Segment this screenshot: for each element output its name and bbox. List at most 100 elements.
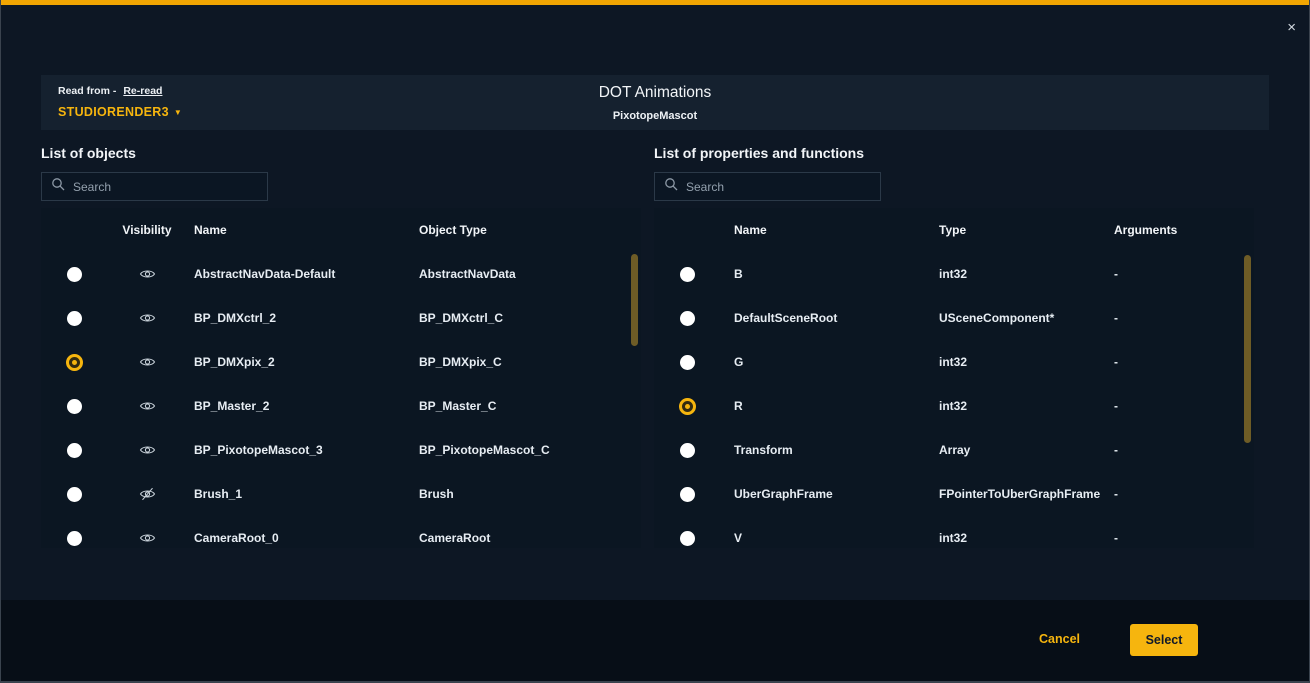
object-row[interactable]: CameraRoot_0CameraRoot [41, 516, 641, 548]
objects-table-header: Visibility Name Object Type [41, 208, 641, 252]
object-type: AbstractNavData [412, 267, 641, 281]
column-header-visibility: Visibility [122, 223, 171, 237]
column-header-name: Name [720, 223, 925, 237]
row-radio[interactable] [67, 267, 82, 282]
property-name: DefaultSceneRoot [720, 311, 925, 325]
eye-icon[interactable] [139, 443, 156, 457]
property-row[interactable]: Bint32- [654, 252, 1254, 296]
property-arguments: - [1100, 531, 1254, 545]
object-type: BP_DMXctrl_C [412, 311, 641, 325]
row-radio[interactable] [67, 531, 82, 546]
eye-icon[interactable] [139, 355, 156, 369]
row-radio[interactable] [67, 311, 82, 326]
top-accent-bar [1, 0, 1309, 5]
object-row[interactable]: BP_PixotopeMascot_3BP_PixotopeMascot_C [41, 428, 641, 472]
object-name: BP_PixotopeMascot_3 [187, 443, 412, 457]
object-type: Brush [412, 487, 641, 501]
close-icon[interactable]: × [1287, 20, 1296, 35]
object-row[interactable]: BP_DMXctrl_2BP_DMXctrl_C [41, 296, 641, 340]
row-radio[interactable] [66, 354, 83, 371]
row-radio[interactable] [680, 311, 695, 326]
property-arguments: - [1100, 267, 1254, 281]
objects-table: Visibility Name Object Type AbstractNavD… [41, 208, 641, 548]
column-header-object-type: Object Type [412, 223, 641, 237]
property-name: G [720, 355, 925, 369]
property-type: USceneComponent* [925, 311, 1100, 325]
row-radio[interactable] [680, 531, 695, 546]
column-header-type: Type [925, 223, 1100, 237]
property-type: FPointerToUberGraphFrame [925, 487, 1100, 501]
dialog-title: DOT Animations [41, 84, 1269, 102]
properties-table-header: Name Type Arguments [654, 208, 1254, 252]
objects-scrollbar[interactable] [631, 254, 638, 346]
column-header-arguments: Arguments [1100, 223, 1254, 237]
property-row[interactable]: DefaultSceneRootUSceneComponent*- [654, 296, 1254, 340]
property-arguments: - [1100, 399, 1254, 413]
row-radio[interactable] [67, 443, 82, 458]
property-row[interactable]: Gint32- [654, 340, 1254, 384]
row-radio[interactable] [679, 398, 696, 415]
object-name: BP_Master_2 [187, 399, 412, 413]
dialog-window: × Read from -Re-read STUDIORENDER3▼ DOT … [0, 0, 1310, 683]
search-icon [664, 177, 678, 196]
properties-table: Name Type Arguments Bint32-DefaultSceneR… [654, 208, 1254, 548]
dialog-footer: Cancel Select [1, 600, 1310, 681]
objects-search-input[interactable] [73, 180, 258, 194]
object-name: AbstractNavData-Default [187, 267, 412, 281]
property-arguments: - [1100, 487, 1254, 501]
object-name: BP_DMXctrl_2 [187, 311, 412, 325]
object-name: CameraRoot_0 [187, 531, 412, 545]
row-radio[interactable] [67, 487, 82, 502]
search-icon [51, 177, 65, 196]
property-type: int32 [925, 399, 1100, 413]
eye-icon[interactable] [139, 267, 156, 281]
object-row[interactable]: AbstractNavData-DefaultAbstractNavData [41, 252, 641, 296]
cancel-button[interactable]: Cancel [1039, 632, 1080, 646]
row-radio[interactable] [680, 487, 695, 502]
properties-search[interactable] [654, 172, 881, 201]
property-arguments: - [1100, 311, 1254, 325]
object-type: BP_Master_C [412, 399, 641, 413]
property-type: int32 [925, 531, 1100, 545]
properties-search-input[interactable] [686, 180, 871, 194]
property-name: Transform [720, 443, 925, 457]
properties-table-body: Bint32-DefaultSceneRootUSceneComponent*-… [654, 252, 1254, 548]
objects-panel-title: List of objects [41, 145, 136, 161]
property-row[interactable]: Rint32- [654, 384, 1254, 428]
object-name: BP_DMXpix_2 [187, 355, 412, 369]
properties-scrollbar[interactable] [1244, 255, 1251, 443]
row-radio[interactable] [67, 399, 82, 414]
dialog-header: Read from -Re-read STUDIORENDER3▼ DOT An… [41, 75, 1269, 130]
eye-off-icon[interactable] [139, 487, 156, 501]
property-name: R [720, 399, 925, 413]
eye-icon[interactable] [139, 531, 156, 545]
property-row[interactable]: TransformArray- [654, 428, 1254, 472]
objects-search[interactable] [41, 172, 268, 201]
object-type: CameraRoot [412, 531, 641, 545]
object-name: Brush_1 [187, 487, 412, 501]
object-type: BP_DMXpix_C [412, 355, 641, 369]
object-row[interactable]: Brush_1Brush [41, 472, 641, 516]
column-header-name: Name [187, 223, 412, 237]
object-row[interactable]: BP_DMXpix_2BP_DMXpix_C [41, 340, 641, 384]
row-radio[interactable] [680, 267, 695, 282]
property-arguments: - [1100, 443, 1254, 457]
eye-icon[interactable] [139, 311, 156, 325]
row-radio[interactable] [680, 443, 695, 458]
select-button[interactable]: Select [1130, 624, 1198, 656]
objects-table-body: AbstractNavData-DefaultAbstractNavData B… [41, 252, 641, 548]
object-type: BP_PixotopeMascot_C [412, 443, 641, 457]
property-type: int32 [925, 355, 1100, 369]
property-type: Array [925, 443, 1100, 457]
eye-icon[interactable] [139, 399, 156, 413]
property-name: B [720, 267, 925, 281]
property-name: V [720, 531, 925, 545]
property-row[interactable]: UberGraphFrameFPointerToUberGraphFrame- [654, 472, 1254, 516]
row-radio[interactable] [680, 355, 695, 370]
dialog-subtitle: PixotopeMascot [41, 110, 1269, 122]
property-arguments: - [1100, 355, 1254, 369]
property-name: UberGraphFrame [720, 487, 925, 501]
properties-panel-title: List of properties and functions [654, 145, 864, 161]
object-row[interactable]: BP_Master_2BP_Master_C [41, 384, 641, 428]
property-row[interactable]: Vint32- [654, 516, 1254, 548]
